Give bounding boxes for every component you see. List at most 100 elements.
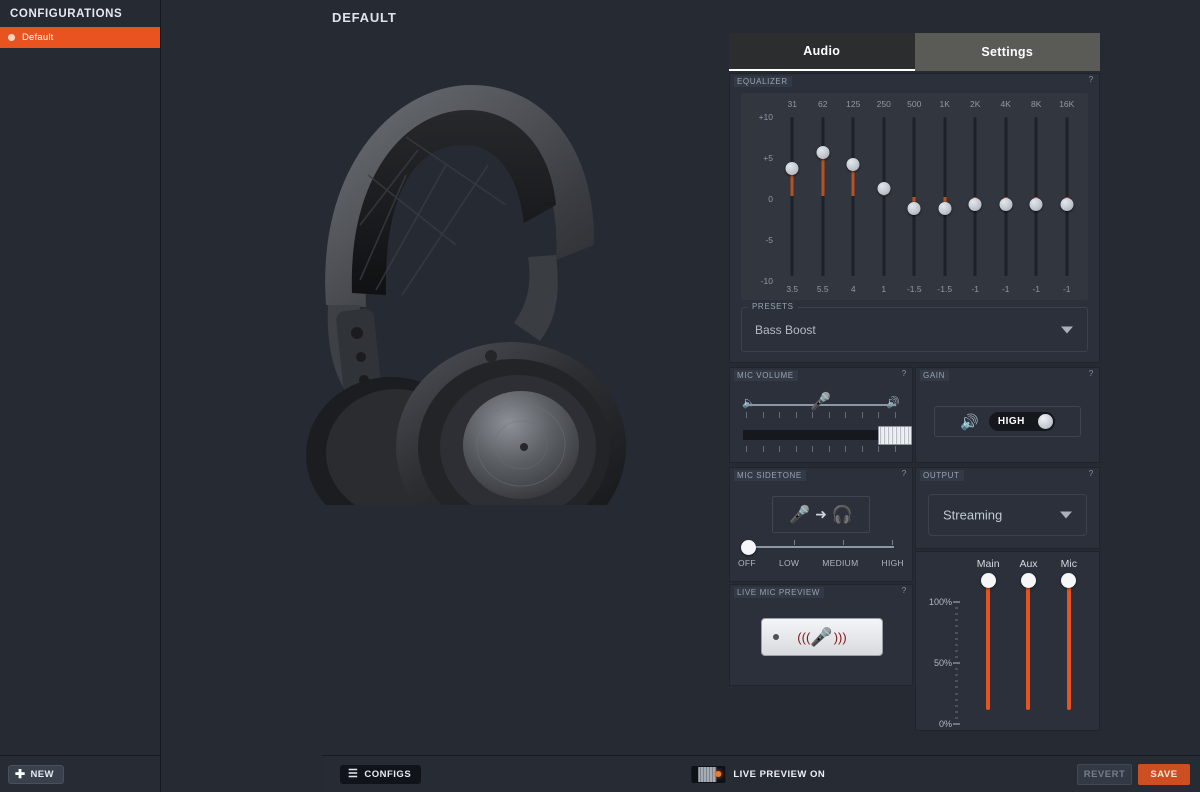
equalizer-band-frequency: 16K [1059,99,1075,109]
equalizer-band-frequency: 31 [787,99,797,109]
equalizer-band-handle[interactable] [907,201,921,215]
mixer-axis-minor-tick [955,619,958,621]
equalizer-band[interactable]: 2K -1 [960,99,991,294]
equalizer-band-track[interactable] [907,117,921,276]
mic-volume-tick [845,446,847,452]
gain-label: GAIN [920,370,949,381]
mic-volume-high-icon: 🔊 [886,397,900,409]
mic-volume-label: MIC VOLUME [734,370,798,381]
mixer-channel[interactable]: Aux [1008,558,1048,724]
equalizer-band-handle[interactable] [846,158,860,172]
equalizer-band[interactable]: 500 -1.5 [899,99,930,294]
output-dropdown[interactable]: Streaming [928,494,1087,536]
equalizer-band-frequency: 125 [846,99,861,109]
mic-volume-tick [795,412,797,418]
plus-icon: ✚ [15,767,26,781]
equalizer-band-handle[interactable] [816,146,830,160]
revert-button[interactable]: REVERT [1077,763,1132,785]
gain-control[interactable]: 🔊 HIGH [934,406,1081,437]
new-config-button[interactable]: ✚ NEW [8,764,64,784]
equalizer-band[interactable]: 31 3.5 [777,99,808,294]
equalizer-band[interactable]: 1K -1.5 [930,99,961,294]
equalizer-band-handle[interactable] [999,197,1013,211]
live-mic-preview-button[interactable]: ((( 🎤 ))) [761,618,883,656]
equalizer-band-handle[interactable] [938,201,952,215]
equalizer-band-track[interactable] [1029,117,1043,276]
help-icon[interactable]: ? [900,370,908,378]
equalizer-band-handle[interactable] [968,197,982,211]
configs-button[interactable]: ☰ CONFIGS [340,764,422,784]
tab-bar: Audio Settings [729,33,1100,71]
equalizer-band-track[interactable] [877,117,891,276]
live-preview-status[interactable]: LIVE PREVIEW ON [691,765,825,783]
mic-volume-ticks-bottom [746,446,896,452]
save-button[interactable]: SAVE [1138,763,1190,785]
equalizer-band[interactable]: 125 4 [838,99,869,294]
mic-volume-tick [845,412,847,418]
mixer-axis-minor-tick [955,686,958,688]
mixer-channel[interactable]: Mic [1049,558,1089,724]
equalizer-band-value: -1.5 [937,284,953,294]
arrow-right-icon: ➜ [815,506,827,522]
equalizer-band[interactable]: 8K -1 [1021,99,1052,294]
mic-level-meter [743,430,899,440]
mic-volume-tick [746,412,747,418]
equalizer-band-track[interactable] [816,117,830,276]
help-icon[interactable]: ? [1087,76,1095,84]
mixer-channel-track[interactable] [980,572,996,710]
mixer-channel[interactable]: Main [968,558,1008,724]
mixer-channel-handle[interactable] [1020,572,1036,588]
equalizer-band-track[interactable] [1060,117,1074,276]
equalizer-band-track[interactable] [968,117,982,276]
equalizer-band[interactable]: 16K -1 [1052,99,1083,294]
mic-volume-slider-handle[interactable]: 🎤 [810,393,831,410]
equalizer-band-value: -1 [1001,284,1010,294]
sidetone-step-labels: OFF LOW MEDIUM HIGH [738,558,904,568]
mic-to-headphone-indicator: 🎤 ➜ 🎧 [772,496,870,533]
gain-toggle[interactable]: HIGH [988,412,1055,431]
equalizer-band[interactable]: 250 1 [869,99,900,294]
sidetone-tick [794,540,795,545]
equalizer-band-handle[interactable] [785,162,799,176]
help-icon[interactable]: ? [900,587,908,595]
mixer-channel-handle[interactable] [1061,572,1077,588]
help-icon[interactable]: ? [900,470,908,478]
mixer-axis-minor-tick [955,650,958,652]
equalizer-bands: 31 3.5 62 5.5 125 4 250 1 500 -1.5 1K -1.5 2K -1 4K -1 8… [777,99,1082,294]
equalizer-band[interactable]: 4K -1 [991,99,1022,294]
equalizer-band[interactable]: 62 5.5 [808,99,839,294]
mixer-channel-track[interactable] [1061,572,1077,710]
equalizer-band-track[interactable] [785,117,799,276]
help-icon[interactable]: ? [1087,370,1095,378]
equalizer-band-frequency: 4K [1000,99,1011,109]
mic-volume-tick [828,446,830,452]
equalizer-band-handle[interactable] [877,182,891,196]
equalizer-band-track[interactable] [938,117,952,276]
equalizer-band-handle[interactable] [1060,197,1074,211]
mixer-channel-handle[interactable] [980,572,996,588]
mixer-channel-label: Mic [1060,558,1077,570]
equalizer-band-handle[interactable] [1029,197,1043,211]
mixer-channel-track[interactable] [1020,572,1036,710]
live-preview-switch-icon[interactable] [691,765,726,783]
mic-volume-tick [828,412,830,418]
gain-panel: GAIN ? 🔊 HIGH [915,367,1100,463]
sidetone-slider-track[interactable] [748,546,894,548]
new-config-label: NEW [30,768,54,780]
tab-settings[interactable]: Settings [914,33,1100,71]
equalizer-band-value: -1 [1032,284,1041,294]
tab-audio[interactable]: Audio [729,33,915,71]
led-indicator-icon [715,771,722,777]
output-label: OUTPUT [920,470,964,481]
equalizer-band-track[interactable] [846,117,860,276]
mixer-axis-dash [953,662,960,664]
mic-level-meter-handle[interactable] [878,426,912,445]
sidetone-step-high: HIGH [881,558,904,568]
sidetone-slider-handle[interactable] [741,540,756,555]
equalizer-band-track[interactable] [999,117,1013,276]
help-icon[interactable]: ? [1087,470,1095,478]
chevron-down-icon [1060,511,1072,519]
mixer-axis-minor-tick [955,638,958,640]
sidebar-item-default[interactable]: Default [0,27,160,48]
presets-dropdown[interactable]: PRESETS Bass Boost [741,302,1088,352]
